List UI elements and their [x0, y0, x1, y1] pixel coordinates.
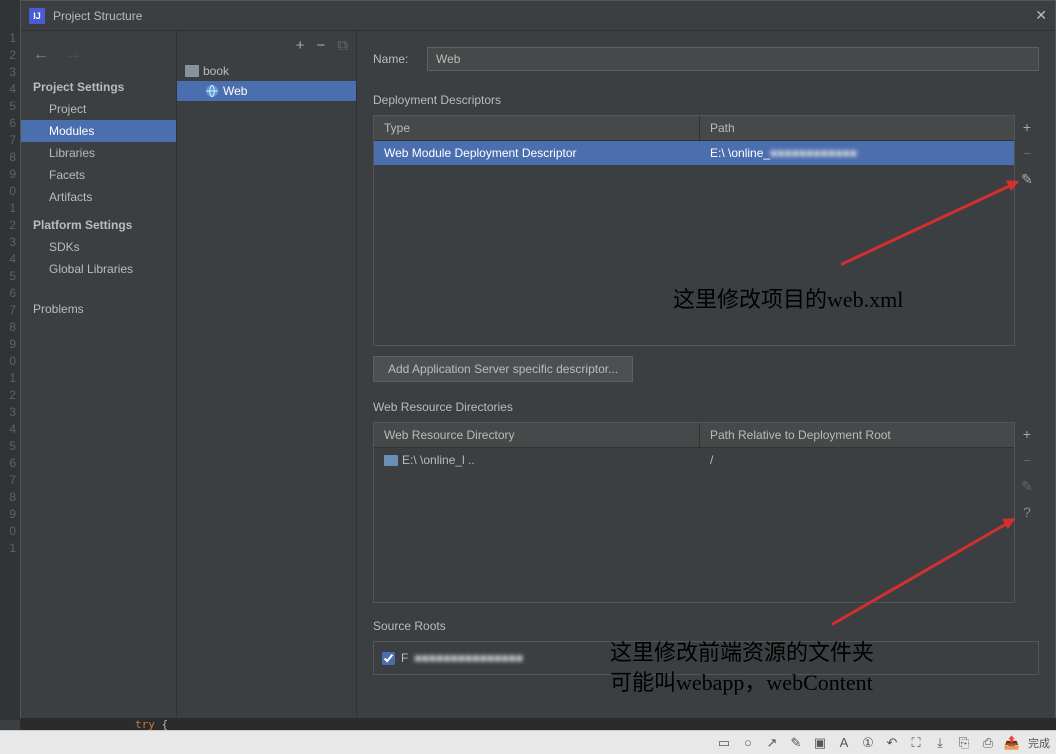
- name-label: Name:: [373, 52, 427, 66]
- copy-icon[interactable]: ⧉: [337, 37, 348, 54]
- sidebar-item-project[interactable]: Project: [21, 98, 176, 120]
- code-editor-slice: try {: [20, 718, 1056, 730]
- deployment-descriptors-table-wrap: Type Path Web Module Deployment Descript…: [373, 115, 1039, 346]
- titlebar: IJ Project Structure ✕: [21, 1, 1055, 31]
- source-root-checkbox[interactable]: [382, 652, 395, 665]
- web-resource-dirs-table-wrap: Web Resource Directory Path Relative to …: [373, 422, 1039, 603]
- tree-node-web[interactable]: Web: [177, 81, 356, 101]
- text-tool-icon[interactable]: A: [836, 735, 852, 751]
- deployment-descriptors-table: Type Path Web Module Deployment Descript…: [373, 115, 1015, 346]
- module-tree: book Web: [177, 59, 356, 101]
- screenshot-toolbar: ▭ ○ ↗ ✎ ▣ A ① ↶ ⛶ ⤓ ⎘ ⎙ 📤 完成: [0, 730, 1056, 754]
- web-facet-icon: [205, 84, 219, 98]
- module-tree-pane: + − ⧉ book Web: [177, 31, 357, 719]
- wrd-row[interactable]: E:\ \online_l .. /: [374, 448, 1014, 472]
- sidebar-item-artifacts[interactable]: Artifacts: [21, 186, 176, 208]
- save-tool-icon[interactable]: ▣: [812, 735, 828, 751]
- remove-icon[interactable]: −: [317, 37, 326, 54]
- circle-tool-icon[interactable]: ○: [740, 735, 756, 751]
- copy-tool-icon[interactable]: ⎘: [956, 735, 972, 751]
- done-button[interactable]: 完成: [1028, 735, 1050, 751]
- wrd-dir-cell: E:\ \online_l ..: [374, 453, 700, 467]
- nav-arrows: ← →: [21, 46, 176, 76]
- remove-icon[interactable]: −: [1017, 450, 1037, 470]
- tree-toolbar: + − ⧉: [177, 31, 356, 59]
- edit-icon[interactable]: ✎: [1017, 169, 1037, 189]
- project-settings-heading: Project Settings: [21, 76, 176, 98]
- tree-label: book: [203, 64, 229, 78]
- edit-icon[interactable]: ✎: [1017, 476, 1037, 496]
- folder-icon: [384, 455, 398, 466]
- wrd-side-buttons: + − ✎ ?: [1015, 422, 1039, 603]
- back-icon[interactable]: ←: [33, 46, 49, 63]
- rect-tool-icon[interactable]: ▭: [716, 735, 732, 751]
- pin-tool-icon[interactable]: ⎙: [980, 735, 996, 751]
- wrd-path-cell: /: [700, 453, 1014, 467]
- undo-tool-icon[interactable]: ↶: [884, 735, 900, 751]
- crop-tool-icon[interactable]: ⛶: [908, 735, 924, 751]
- sidebar-item-global-libraries[interactable]: Global Libraries: [21, 258, 176, 280]
- tree-node-book[interactable]: book: [177, 61, 356, 81]
- remove-icon[interactable]: −: [1017, 143, 1037, 163]
- app-logo-icon: IJ: [29, 8, 45, 24]
- dd-side-buttons: + − ✎: [1015, 115, 1039, 346]
- dd-row[interactable]: Web Module Deployment Descriptor E:\ \on…: [374, 141, 1014, 165]
- sidebar-item-libraries[interactable]: Libraries: [21, 142, 176, 164]
- help-icon[interactable]: ?: [1017, 502, 1037, 522]
- deployment-descriptors-title: Deployment Descriptors: [373, 93, 1039, 107]
- settings-sidebar: ← → Project Settings Project Modules Lib…: [21, 31, 177, 719]
- source-roots-box: F ■■■■■■■■■■■■■■■: [373, 641, 1039, 675]
- number-tool-icon[interactable]: ①: [860, 735, 876, 751]
- dd-path-cell: E:\ \online_■■■■■■■■■■■■: [700, 146, 1014, 160]
- web-resource-dirs-title: Web Resource Directories: [373, 400, 1039, 414]
- col-wrd: Web Resource Directory: [374, 423, 700, 447]
- project-structure-dialog: IJ Project Structure ✕ ← → Project Setti…: [20, 0, 1056, 720]
- add-icon[interactable]: +: [296, 37, 305, 54]
- col-path: Path: [700, 116, 1014, 140]
- dd-type-cell: Web Module Deployment Descriptor: [374, 146, 700, 160]
- platform-settings-heading: Platform Settings: [21, 214, 176, 236]
- add-server-descriptor-button[interactable]: Add Application Server specific descript…: [373, 356, 633, 382]
- pen-tool-icon[interactable]: ✎: [788, 735, 804, 751]
- close-icon[interactable]: ✕: [1035, 7, 1047, 24]
- window-title: Project Structure: [53, 9, 142, 23]
- source-roots-title: Source Roots: [373, 619, 1039, 633]
- sidebar-item-sdks[interactable]: SDKs: [21, 236, 176, 258]
- forward-icon[interactable]: →: [65, 46, 81, 63]
- web-resource-dirs-table: Web Resource Directory Path Relative to …: [373, 422, 1015, 603]
- tree-label: Web: [223, 84, 247, 98]
- facet-editor: Name: Deployment Descriptors Type Path W…: [357, 31, 1055, 719]
- col-relpath: Path Relative to Deployment Root: [700, 423, 1014, 447]
- facet-name-input[interactable]: [427, 47, 1039, 71]
- download-tool-icon[interactable]: ⤓: [932, 735, 948, 751]
- sidebar-item-modules[interactable]: Modules: [21, 120, 176, 142]
- add-icon[interactable]: +: [1017, 117, 1037, 137]
- line-gutter: 123456789 0123456789 0123456789 01: [0, 0, 20, 720]
- arrow-tool-icon[interactable]: ↗: [764, 735, 780, 751]
- col-type: Type: [374, 116, 700, 140]
- sidebar-item-problems[interactable]: Problems: [21, 298, 176, 320]
- sidebar-item-facets[interactable]: Facets: [21, 164, 176, 186]
- folder-icon: [185, 65, 199, 77]
- share-tool-icon[interactable]: 📤: [1004, 735, 1020, 751]
- source-root-label: F: [401, 651, 408, 665]
- add-icon[interactable]: +: [1017, 424, 1037, 444]
